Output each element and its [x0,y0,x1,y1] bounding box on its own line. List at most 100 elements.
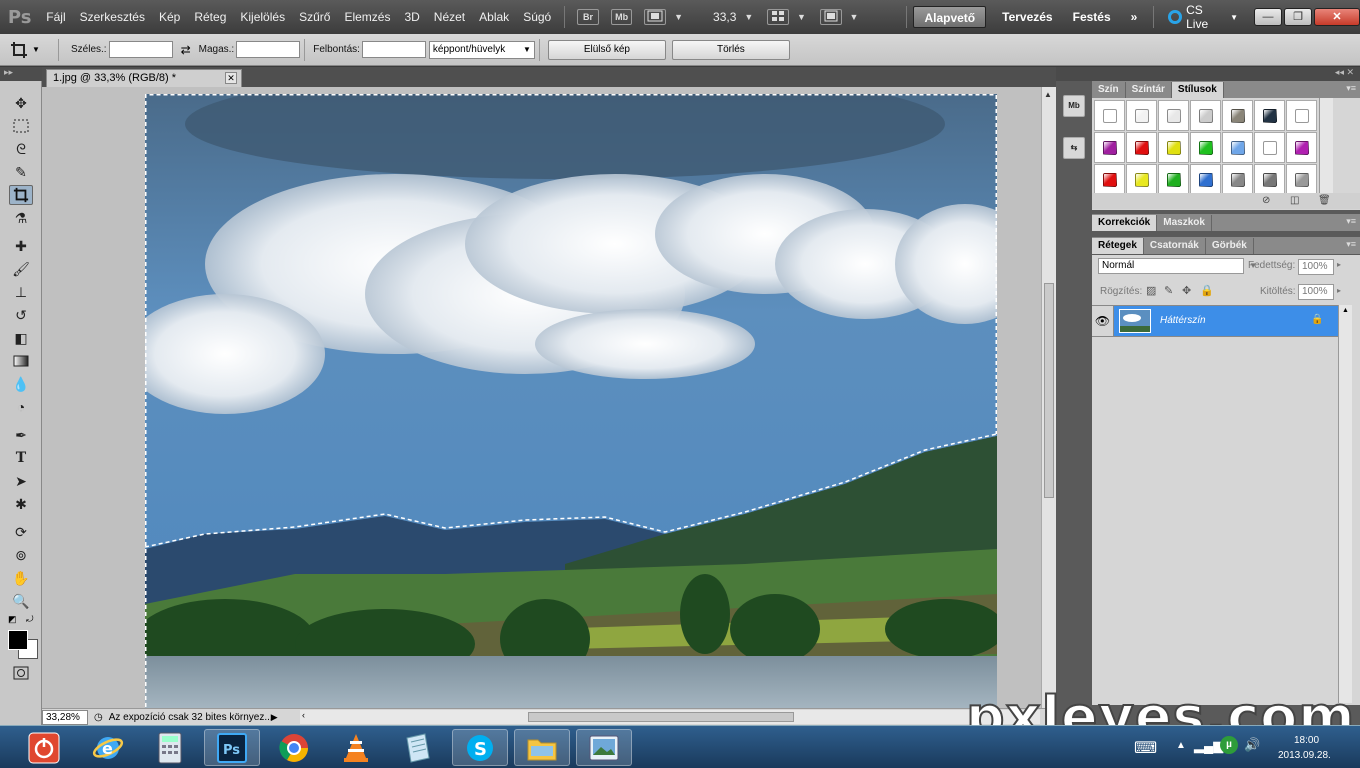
path-selection-tool-icon[interactable]: ➤ [9,471,33,491]
default-colors-icon[interactable]: ◩ [8,614,17,625]
style-swatch[interactable] [1254,132,1285,163]
close-icon[interactable]: ✕ [225,72,237,84]
3d-rotate-tool-icon[interactable]: ⟳ [9,522,33,542]
taskbar-photo-viewer[interactable] [576,729,632,766]
style-swatch[interactable] [1158,164,1189,195]
shape-tool-icon[interactable]: ✱ [9,494,33,514]
more-workspaces[interactable]: » [1121,6,1148,28]
menu-layer[interactable]: Réteg [187,0,233,34]
style-swatch[interactable] [1158,132,1189,163]
document-image[interactable] [145,94,997,708]
panel-menu-icon[interactable]: ▾≡ [1346,216,1356,227]
brush-tool-icon[interactable]: 🖌 [9,259,33,279]
front-image-button[interactable]: Elülső kép [547,39,666,60]
menu-help[interactable]: Súgó [516,0,558,34]
taskbar-internet-explorer[interactable]: e [80,729,136,766]
trash-icon[interactable]: 🗑 [1318,195,1331,206]
screen-mode-button[interactable] [819,9,842,25]
taskbar-file-explorer[interactable] [514,729,570,766]
workspace-painting[interactable]: Festés [1063,6,1121,28]
style-swatch[interactable] [1286,164,1317,195]
style-swatch[interactable] [1094,132,1125,163]
healing-brush-tool-icon[interactable]: ✚ [9,236,33,256]
view-extras-button[interactable] [644,9,667,25]
vertical-scroll-thumb[interactable] [1044,283,1054,498]
style-swatch[interactable] [1286,100,1317,131]
menu-image[interactable]: Kép [152,0,187,34]
document-info-icon[interactable]: ◷ [94,712,103,723]
history-panel-icon[interactable]: ⇆ [1063,137,1085,159]
taskbar-notes-app[interactable] [390,729,446,766]
visibility-eye-icon[interactable]: 👁 [1092,306,1114,336]
3d-orbit-tool-icon[interactable]: ⊚ [9,545,33,565]
eyedropper-tool-icon[interactable]: ⚗ [9,208,33,228]
opacity-input[interactable]: 100% [1298,259,1334,275]
taskbar-vlc[interactable] [328,729,384,766]
clone-stamp-tool-icon[interactable]: ⊥ [9,282,33,302]
hand-tool-icon[interactable]: ✋ [9,568,33,588]
canvas-area[interactable] [42,87,1041,708]
tab-swatches[interactable]: Színtár [1126,82,1172,98]
tab-adjustments[interactable]: Korrekciók [1092,215,1158,231]
style-swatch[interactable] [1222,164,1253,195]
panel-menu-icon[interactable]: ▾≡ [1346,239,1356,250]
tray-expand-icon[interactable]: ▲ [1176,740,1186,751]
lock-all-icon[interactable]: 🔒 [1200,284,1214,297]
swap-colors-icon[interactable]: ⤾ [26,614,34,625]
document-tab[interactable]: 1.jpg @ 33,3% (RGB/8) * ✕ [46,69,242,87]
style-swatch[interactable] [1190,100,1221,131]
zoom-field[interactable]: 33,28% [42,709,88,725]
taskbar-shutdown-app[interactable] [16,729,72,766]
styles-scrollbar[interactable] [1319,98,1333,193]
zoom-level[interactable]: 33,3 [713,10,736,24]
style-swatch[interactable] [1254,164,1285,195]
style-swatch[interactable] [1126,132,1157,163]
tab-masks[interactable]: Maszkok [1157,215,1212,231]
quick-mask-icon[interactable] [9,663,33,683]
style-swatch[interactable] [1254,100,1285,131]
cs-live-button[interactable]: CS Live ▼ [1168,3,1238,31]
arrange-documents-button[interactable] [767,9,789,25]
fill-input[interactable]: 100% [1298,284,1334,300]
panel-menu-icon[interactable]: ▾≡ [1346,83,1356,94]
lock-transparency-icon[interactable]: ▨ [1146,284,1156,297]
history-brush-tool-icon[interactable]: ↺ [9,305,33,325]
quick-selection-tool-icon[interactable]: ✎ [9,162,33,182]
zoom-tool-icon[interactable]: 🔍 [9,591,33,611]
chevron-right-icon[interactable]: ▸ [1337,260,1341,269]
width-input[interactable] [108,41,173,58]
resolution-unit-select[interactable]: képpont/hüvelyk ▼ [428,40,535,59]
keyboard-icon[interactable]: ⌨ [1134,738,1157,758]
style-swatch[interactable] [1222,132,1253,163]
clear-button[interactable]: Törlés [671,39,790,60]
layer-row[interactable]: 👁 Háttérszín 🔒 [1092,305,1338,337]
taskbar-skype[interactable]: S [452,729,508,766]
tab-channels[interactable]: Csatornák [1144,238,1206,254]
menu-3d[interactable]: 3D [397,0,426,34]
blend-mode-select[interactable]: Normál ▼ [1098,258,1257,274]
swap-icon[interactable]: ⇄ [181,43,191,57]
style-swatch[interactable] [1094,164,1125,195]
resolution-input[interactable] [361,41,426,58]
foreground-color-swatch[interactable] [8,630,28,650]
workspace-essentials[interactable]: Alapvető [913,6,987,28]
style-swatch[interactable] [1126,164,1157,195]
menu-select[interactable]: Kijelölés [233,0,292,34]
clock-time[interactable]: 18:00 [1294,735,1319,746]
scroll-up-icon[interactable]: ▲ [1044,90,1052,99]
taskbar-calculator[interactable] [142,729,198,766]
minimize-button[interactable]: — [1254,8,1282,26]
menu-view[interactable]: Nézet [427,0,472,34]
gradient-tool-icon[interactable] [9,351,33,371]
toolbox-header[interactable]: ▸▸ [0,67,42,81]
vertical-scrollbar[interactable]: ▲ [1041,87,1056,708]
tab-layers[interactable]: Rétegek [1092,238,1144,254]
pen-tool-icon[interactable]: ✒ [9,425,33,445]
chevron-down-icon[interactable]: ▼ [850,12,859,22]
clock-date[interactable]: 2013.09.28. [1278,750,1331,761]
type-tool-icon[interactable]: T [9,448,33,468]
panel-dock-header[interactable]: ◂◂ ✕ [1056,67,1360,81]
chevron-down-icon[interactable]: ▼ [674,12,683,22]
move-tool-icon[interactable]: ✥ [9,93,33,113]
style-swatch[interactable] [1158,100,1189,131]
